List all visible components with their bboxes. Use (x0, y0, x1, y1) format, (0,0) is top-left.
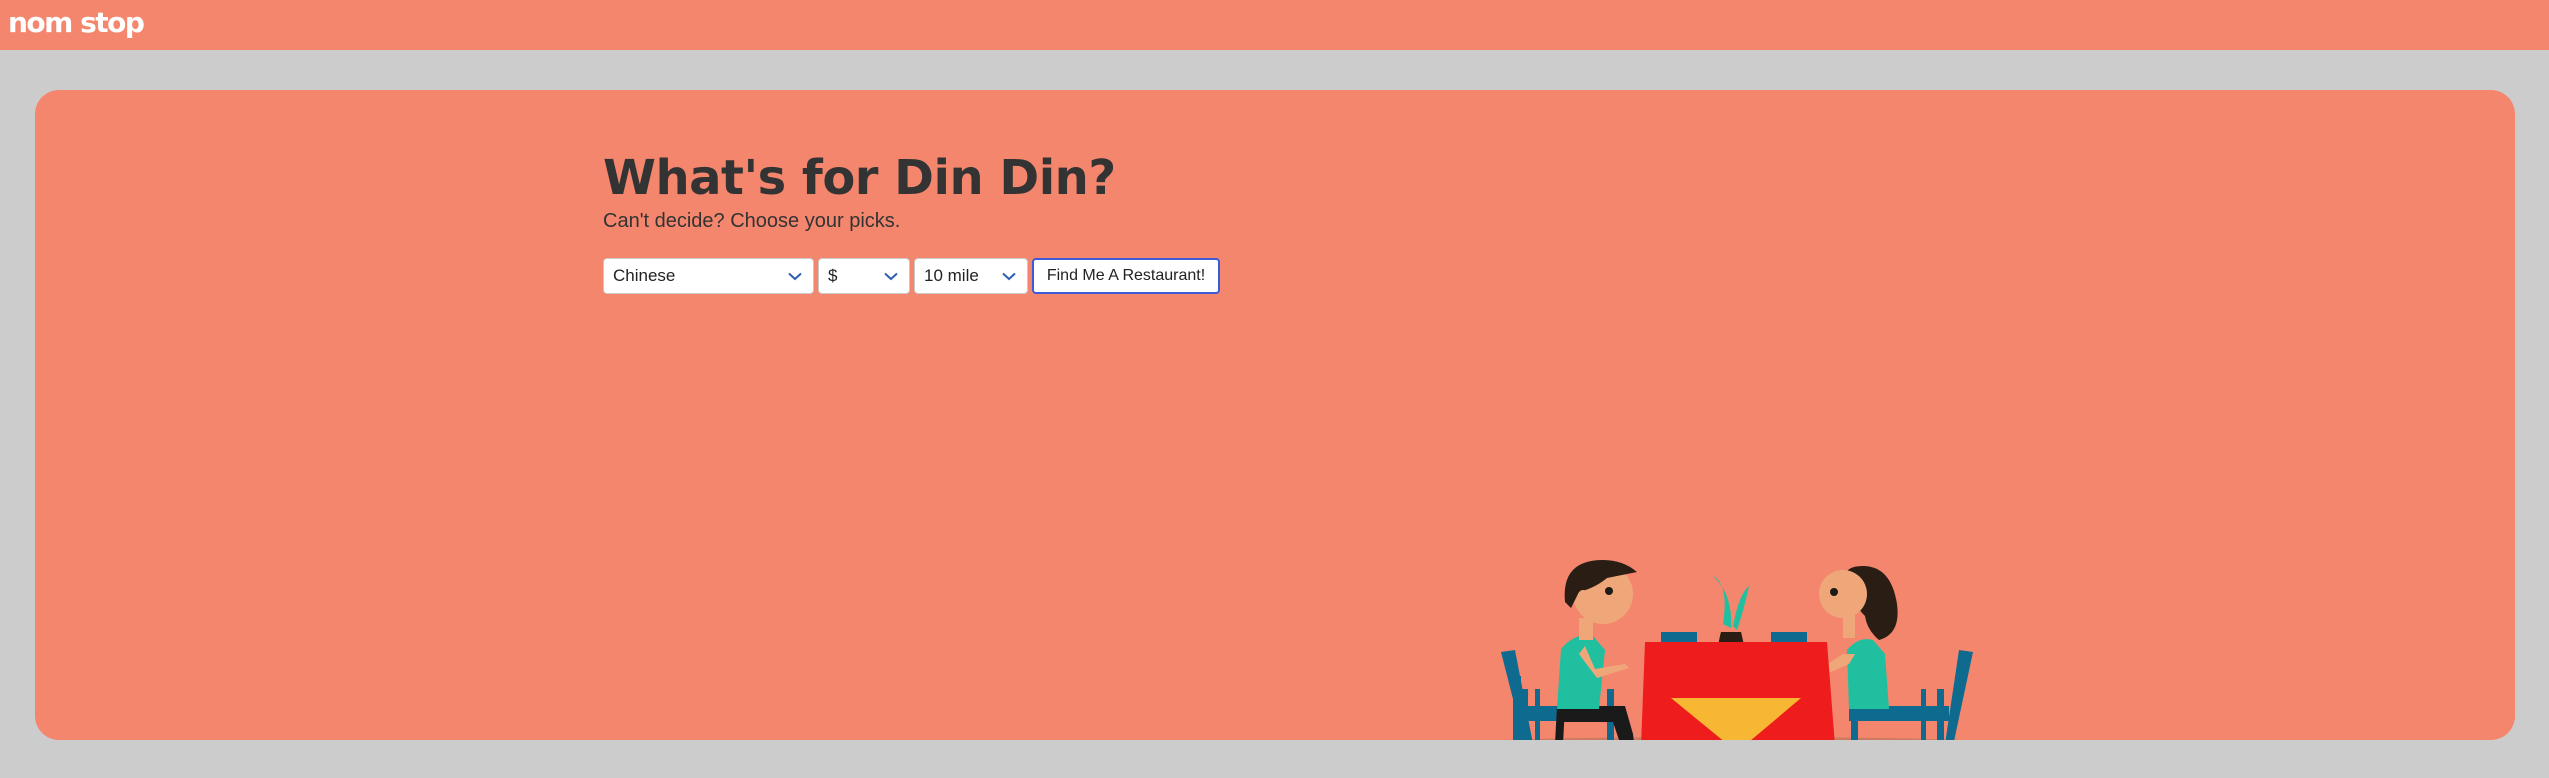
top-navbar: nom stop (0, 0, 2549, 50)
page-subtitle: Can't decide? Choose your picks. (603, 210, 901, 232)
dinner-couple-illustration (1501, 560, 1973, 740)
dining-table (1641, 642, 1835, 740)
cuisine-select-value: Chinese (613, 266, 676, 285)
chevron-down-icon (788, 259, 802, 293)
distance-select-value: 10 mile (924, 266, 979, 285)
page-title: What's for Din Din? (603, 150, 1116, 206)
man-figure (1555, 560, 1637, 740)
chevron-down-icon (884, 259, 898, 293)
find-restaurant-button[interactable]: Find Me A Restaurant! (1032, 258, 1220, 294)
hero-panel: What's for Din Din? Can't decide? Choose… (35, 90, 2515, 740)
price-select-value: $ (828, 266, 838, 285)
chevron-down-icon (1002, 259, 1016, 293)
distance-select[interactable]: 10 mile (914, 258, 1028, 294)
cuisine-select[interactable]: Chinese (603, 258, 814, 294)
logo[interactable]: nom stop (8, 6, 145, 40)
price-select[interactable]: $ (818, 258, 910, 294)
left-chair (1501, 650, 1533, 740)
